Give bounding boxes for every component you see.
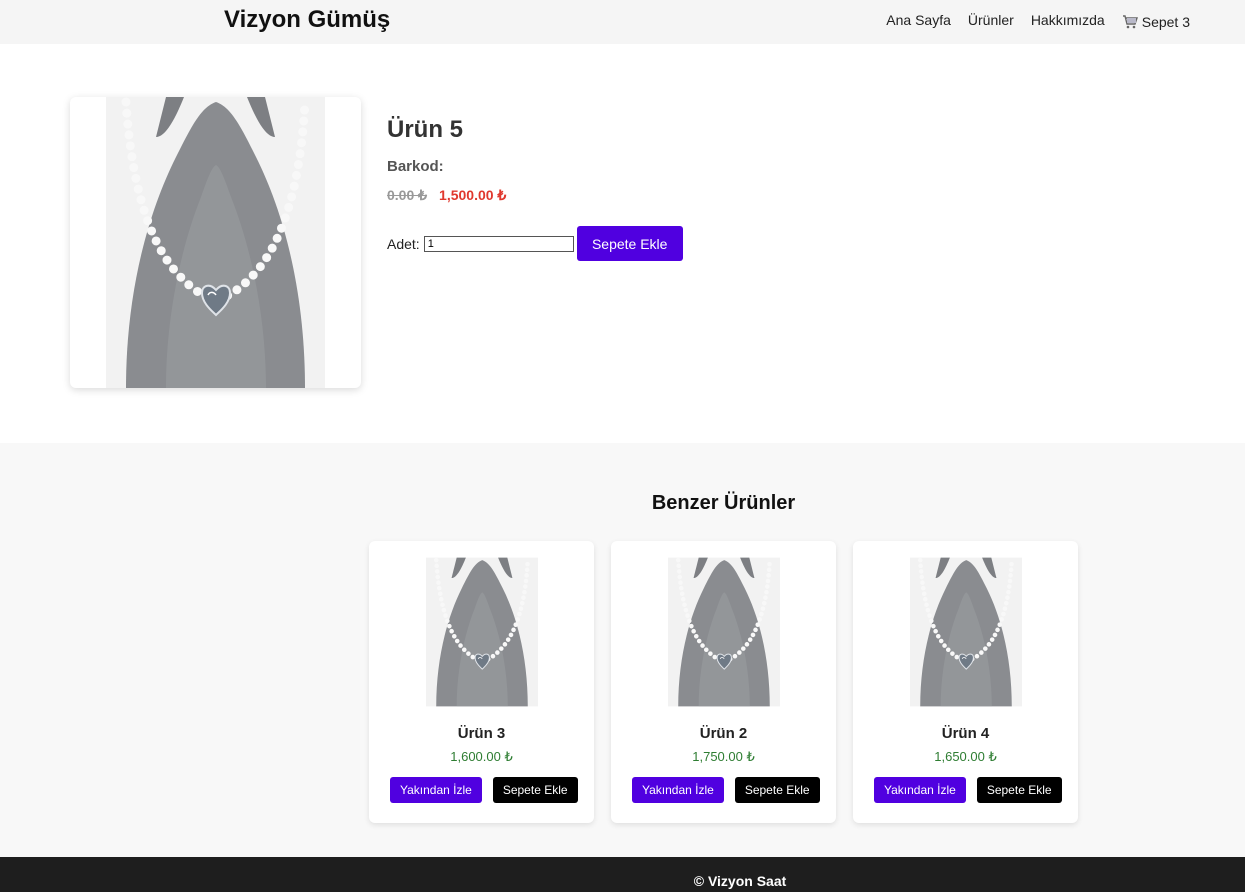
product-card-actions: Yakından İzle Sepete Ekle xyxy=(390,777,578,803)
product-card-actions: Yakından İzle Sepete Ekle xyxy=(874,777,1062,803)
barcode-label: Barkod: xyxy=(387,158,444,175)
cart-icon xyxy=(1122,15,1138,29)
product-card-price: 1,750.00 ₺ xyxy=(692,749,755,764)
quantity-row: Adet: Sepete Ekle xyxy=(387,226,683,261)
brand-logo[interactable]: Vizyon Gümüş xyxy=(224,6,390,34)
cart-link[interactable]: Sepet 3 xyxy=(1122,14,1190,30)
quantity-input[interactable] xyxy=(423,235,574,252)
site-header: Vizyon Gümüş Ana Sayfa Ürünler Hakkımızd… xyxy=(0,0,1245,44)
nav-products-link[interactable]: Ürünler xyxy=(968,12,1014,30)
card-add-to-cart-button[interactable]: Sepete Ekle xyxy=(492,777,578,803)
nav-home-link[interactable]: Ana Sayfa xyxy=(886,12,951,30)
product-card-name: Ürün 3 xyxy=(457,725,506,742)
product-card: Ürün 3 1,600.00 ₺ Yakından İzle Sepete E… xyxy=(369,541,594,823)
quantity-label: Adet: xyxy=(387,235,420,252)
nav-about-link[interactable]: Hakkımızda xyxy=(1031,12,1105,30)
product-card: Ürün 2 1,750.00 ₺ Yakından İzle Sepete E… xyxy=(611,541,836,823)
product-title: Ürün 5 xyxy=(387,116,464,143)
card-add-to-cart-button[interactable]: Sepete Ekle xyxy=(976,777,1062,803)
product-card-image[interactable] xyxy=(910,557,1022,707)
price-row: 0.00 ₺ 1,500.00 ₺ xyxy=(387,187,506,204)
product-card-name: Ürün 2 xyxy=(699,725,748,742)
add-to-cart-button[interactable]: Sepete Ekle xyxy=(576,226,683,261)
product-detail: Ürün 5 Barkod: 0.00 ₺ 1,500.00 ₺ Adet: S… xyxy=(0,44,1245,443)
product-card-actions: Yakından İzle Sepete Ekle xyxy=(632,777,820,803)
old-price: 0.00 ₺ xyxy=(387,187,428,203)
product-info: Ürün 5 Barkod: 0.00 ₺ 1,500.00 ₺ xyxy=(387,116,506,204)
card-add-to-cart-button[interactable]: Sepete Ekle xyxy=(734,777,820,803)
quick-view-button[interactable]: Yakından İzle xyxy=(874,777,966,803)
product-card-name: Ürün 4 xyxy=(941,725,990,742)
quick-view-button[interactable]: Yakından İzle xyxy=(390,777,482,803)
product-image-card xyxy=(70,97,361,388)
quick-view-button[interactable]: Yakından İzle xyxy=(632,777,724,803)
sale-price: 1,500.00 ₺ xyxy=(439,187,507,203)
main-nav: Ana Sayfa Ürünler Hakkımızda Sepet 3 xyxy=(886,12,1190,30)
similar-products-title: Benzer Ürünler xyxy=(651,492,796,514)
product-card-image[interactable] xyxy=(668,557,780,707)
product-card-image[interactable] xyxy=(426,557,538,707)
product-card: Ürün 4 1,650.00 ₺ Yakından İzle Sepete E… xyxy=(853,541,1078,823)
product-card-price: 1,650.00 ₺ xyxy=(934,749,997,764)
similar-products-section: Benzer Ürünler Ürün 3 1,600.00 ₺ Yakında… xyxy=(0,443,1245,857)
site-footer: © Vizyon Saat xyxy=(0,857,1245,892)
cart-label: Sepet 3 xyxy=(1141,14,1190,30)
footer-copyright: © Vizyon Saat xyxy=(693,873,787,889)
product-card-price: 1,600.00 ₺ xyxy=(450,749,513,764)
product-image xyxy=(106,97,325,388)
